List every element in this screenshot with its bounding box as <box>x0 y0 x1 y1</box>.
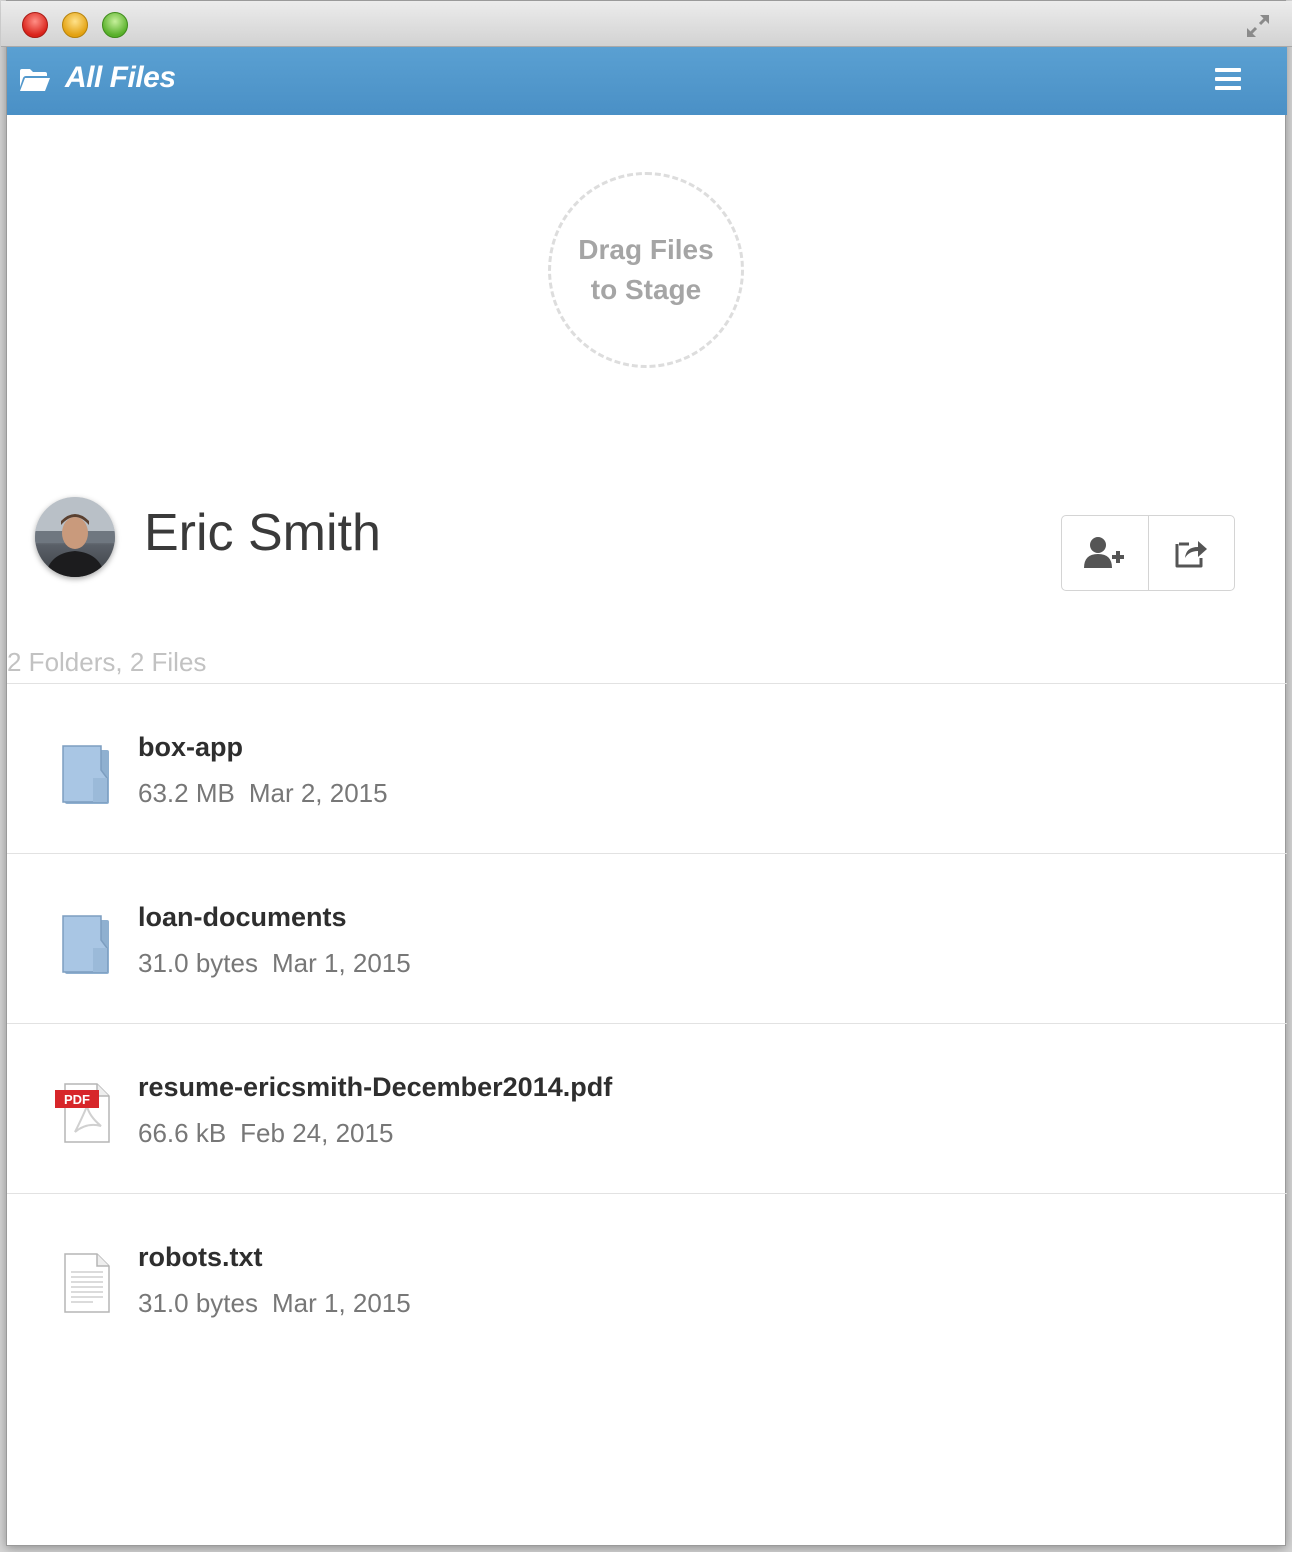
file-size: 31.0 bytes <box>138 1288 258 1318</box>
add-user-icon <box>1083 537 1124 568</box>
file-meta: 63.2 MB Mar 2, 2015 <box>138 778 388 809</box>
page-title: All Files <box>65 61 176 94</box>
folder-icon <box>62 915 109 974</box>
fullscreen-icon[interactable] <box>1243 11 1273 41</box>
file-size: 31.0 bytes <box>138 948 258 978</box>
folder-icon <box>62 745 109 804</box>
add-collaborator-button[interactable] <box>1062 516 1148 590</box>
folder-open-icon <box>20 69 50 91</box>
file-size: 66.6 kB <box>138 1118 227 1148</box>
list-item[interactable]: loan-documents 31.0 bytes Mar 1, 2015 <box>7 854 1287 1024</box>
file-name: resume-ericsmith-December2014.pdf <box>138 1072 613 1102</box>
list-item[interactable]: box-app 63.2 MB Mar 2, 2015 <box>7 684 1287 854</box>
close-window-button[interactable] <box>22 12 48 38</box>
zoom-window-button[interactable] <box>102 12 128 38</box>
file-size: 63.2 MB <box>138 778 235 808</box>
app-window: All Files Drag Files to Stage Eric Smith <box>1 0 1292 1546</box>
profile-actions <box>1061 515 1235 591</box>
file-list: box-app 63.2 MB Mar 2, 2015 loan-document… <box>7 683 1287 1364</box>
file-name: robots.txt <box>138 1242 263 1272</box>
hamburger-menu-icon[interactable] <box>1215 67 1241 91</box>
drop-zone-line-1: Drag Files <box>578 234 714 265</box>
file-name: loan-documents <box>138 902 347 932</box>
file-date: Mar 1, 2015 <box>271 1288 411 1318</box>
list-item[interactable]: PDF resume-ericsmith-December2014.pdf 66… <box>7 1024 1287 1194</box>
file-meta: 31.0 bytes Mar 1, 2015 <box>138 948 411 979</box>
list-item[interactable]: robots.txt 31.0 bytes Mar 1, 2015 <box>7 1194 1287 1364</box>
text-file-icon <box>64 1253 110 1313</box>
minimize-window-button[interactable] <box>62 12 88 38</box>
file-drop-zone[interactable]: Drag Files to Stage <box>548 172 744 368</box>
window-titlebar[interactable] <box>1 1 1292 47</box>
pdf-badge-label: PDF <box>64 1092 90 1107</box>
file-meta: 66.6 kB Feb 24, 2015 <box>138 1118 393 1149</box>
avatar <box>35 497 115 577</box>
share-icon <box>1175 541 1208 568</box>
pdf-file-icon: PDF <box>55 1083 110 1143</box>
file-name: box-app <box>138 732 243 762</box>
file-date: Mar 1, 2015 <box>271 948 411 978</box>
share-button[interactable] <box>1147 516 1235 590</box>
file-date: Mar 2, 2015 <box>248 778 388 808</box>
file-meta: 31.0 bytes Mar 1, 2015 <box>138 1288 411 1319</box>
drop-zone-line-2: to Stage <box>590 274 702 305</box>
file-date: Feb 24, 2015 <box>240 1118 394 1148</box>
app-header: All Files <box>7 47 1287 115</box>
folder-file-count: 2 Folders, 2 Files <box>7 647 207 677</box>
profile-name: Eric Smith <box>144 504 381 562</box>
